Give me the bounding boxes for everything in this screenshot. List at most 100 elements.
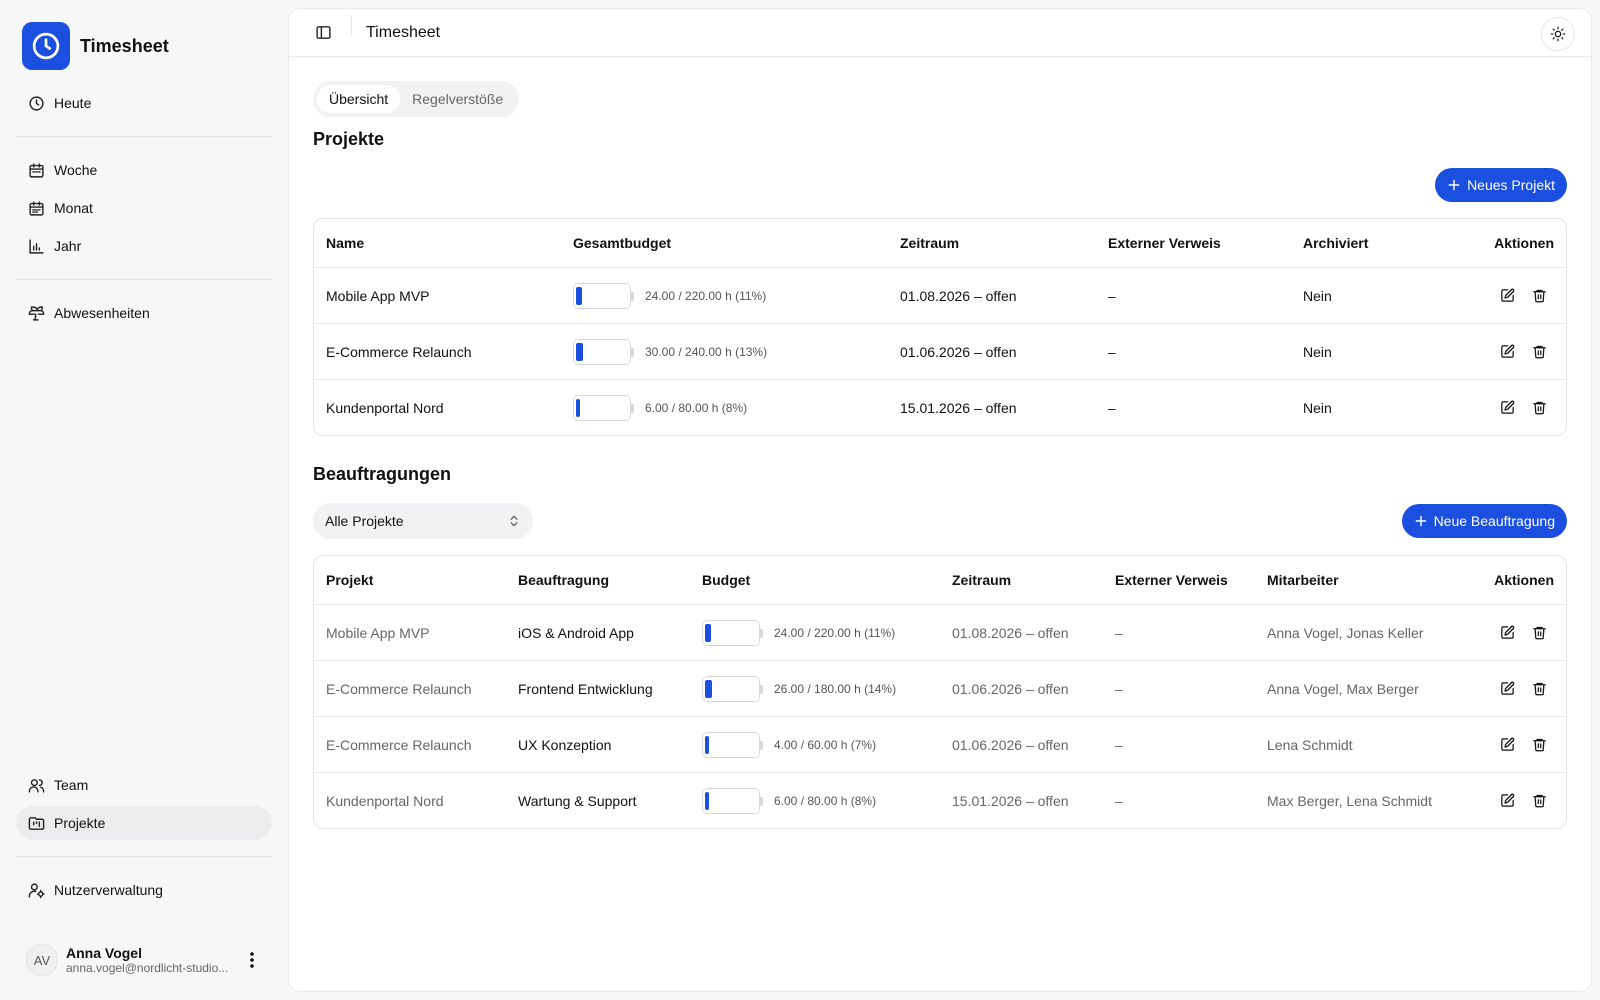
archived: Nein	[1303, 343, 1332, 360]
app-title: Timesheet	[80, 35, 169, 56]
external-ref: –	[1108, 399, 1116, 416]
new-assignment-button[interactable]: Neue Beauftragung	[1401, 504, 1567, 538]
assignments-heading: Beauftragungen	[313, 464, 452, 484]
edit-icon[interactable]	[1498, 792, 1516, 810]
brand[interactable]: Timesheet	[22, 22, 272, 70]
column-header: Externer Verweis	[1108, 235, 1221, 251]
calendar-month-icon	[29, 200, 44, 216]
table-row[interactable]: Mobile App MVP iOS & Android App 24.00 /…	[314, 604, 1566, 660]
sidebar-item-abwesenheiten[interactable]: Abwesenheiten	[16, 296, 272, 330]
tab-regelverstoesse[interactable]: Regelverstöße	[400, 85, 515, 113]
table-row[interactable]: Mobile App MVP 24.00 / 220.00 h (11%) 01…	[314, 267, 1566, 323]
trash-icon[interactable]	[1530, 343, 1548, 361]
projects-heading: Projekte	[313, 129, 385, 149]
table-row[interactable]: E-Commerce Relaunch 30.00 / 240.00 h (13…	[314, 323, 1566, 379]
budget-progress-bar	[702, 619, 763, 646]
budget-cell: 26.00 / 180.00 h (14%)	[690, 675, 940, 702]
archived: Nein	[1303, 287, 1332, 304]
budget-progress-bar	[702, 787, 763, 814]
project-name: E-Commerce Relaunch	[326, 736, 472, 753]
trash-icon[interactable]	[1530, 680, 1548, 698]
new-project-button[interactable]: Neues Projekt	[1435, 168, 1567, 202]
clock-icon	[29, 95, 44, 111]
palm-tree-icon	[28, 305, 45, 321]
budget-progress-bar	[573, 394, 634, 421]
external-ref: –	[1108, 343, 1116, 360]
column-header: Zeitraum	[900, 235, 960, 251]
sidebar-item-label: Abwesenheiten	[54, 305, 150, 321]
sidebar-item-label: Nutzerverwaltung	[54, 882, 163, 898]
content: Übersicht Regelverstöße Projekte Neues P…	[289, 57, 1591, 853]
users-icon	[28, 778, 45, 793]
edit-icon[interactable]	[1498, 624, 1516, 642]
budget-progress-bar	[573, 282, 634, 309]
plus-icon	[1415, 515, 1426, 527]
sidebar-item-jahr[interactable]: Jahr	[16, 229, 272, 263]
sidebar-item-monat[interactable]: Monat	[16, 191, 272, 225]
table-row[interactable]: E-Commerce Relaunch UX Konzeption 4.00 /…	[314, 716, 1566, 772]
sidebar-item-label: Projekte	[54, 815, 106, 831]
table-row[interactable]: E-Commerce Relaunch Frontend Entwicklung…	[314, 660, 1566, 716]
row-actions	[1455, 680, 1566, 698]
plus-icon	[1448, 179, 1460, 191]
sidebar-item-label: Monat	[54, 200, 93, 216]
project-name: Mobile App MVP	[326, 287, 430, 304]
budget-text: 26.00 / 180.00 h (14%)	[774, 681, 897, 696]
project-filter-value: Alle Projekte	[325, 513, 404, 529]
row-actions	[1455, 624, 1566, 642]
row-actions	[1431, 343, 1566, 361]
clock-logo-icon	[22, 22, 70, 70]
edit-icon[interactable]	[1498, 680, 1516, 698]
sidebar-item-projekte[interactable]: Projekte	[16, 806, 272, 840]
project-name: Kundenportal Nord	[326, 399, 444, 416]
table-row[interactable]: Kundenportal Nord Wartung & Support 6.00…	[314, 772, 1566, 828]
budget-text: 30.00 / 240.00 h (13%)	[645, 344, 768, 359]
more-vertical-icon[interactable]	[242, 948, 262, 972]
project-filter-select[interactable]: Alle Projekte	[313, 503, 533, 539]
project-name: Mobile App MVP	[326, 624, 430, 641]
trash-icon[interactable]	[1530, 399, 1548, 417]
theme-toggle-button[interactable]	[1541, 17, 1575, 51]
sidebar-item-woche[interactable]: Woche	[16, 153, 272, 187]
divider	[351, 15, 352, 35]
trash-icon[interactable]	[1530, 287, 1548, 305]
period: 01.06.2026 – offen	[952, 736, 1069, 753]
column-header: Archiviert	[1303, 235, 1369, 251]
budget-cell: 6.00 / 80.00 h (8%)	[561, 394, 888, 421]
divider	[16, 279, 272, 280]
nav-group-bottom: Team Projekte Nutzerverwaltung	[16, 768, 272, 907]
projects-actions: Neues Projekt	[313, 168, 1567, 202]
trash-icon[interactable]	[1530, 792, 1548, 810]
edit-icon[interactable]	[1498, 736, 1516, 754]
topbar: Timesheet	[289, 9, 1591, 57]
sidebar-toggle-button[interactable]	[307, 17, 339, 49]
edit-icon[interactable]	[1498, 343, 1516, 361]
user-name: Anna Vogel	[66, 945, 142, 961]
period: 01.08.2026 – offen	[900, 287, 1017, 304]
trash-icon[interactable]	[1530, 736, 1548, 754]
column-header: Aktionen	[1494, 235, 1554, 251]
table-row[interactable]: Kundenportal Nord 6.00 / 80.00 h (8%) 15…	[314, 379, 1566, 435]
budget-cell: 24.00 / 220.00 h (11%)	[561, 282, 888, 309]
assignments-actions: Alle Projekte Neue Beauftragung	[313, 503, 1567, 539]
sidebar-item-team[interactable]: Team	[16, 768, 272, 802]
nav-group-period: Woche Monat Jahr	[16, 153, 272, 263]
period: 15.01.2026 – offen	[952, 792, 1069, 809]
staff: Lena Schmidt	[1267, 736, 1353, 753]
folder-kanban-icon	[28, 816, 45, 830]
edit-icon[interactable]	[1498, 399, 1516, 417]
budget-cell: 24.00 / 220.00 h (11%)	[690, 619, 940, 646]
column-header: Projekt	[326, 572, 374, 588]
user-profile[interactable]: AV Anna Vogel anna.vogel@nordlicht-studi…	[16, 936, 272, 984]
row-actions	[1455, 736, 1566, 754]
sidebar-item-heute[interactable]: Heute	[16, 86, 272, 120]
column-header: Beauftragung	[518, 572, 609, 588]
edit-icon[interactable]	[1498, 287, 1516, 305]
period: 01.06.2026 – offen	[952, 680, 1069, 697]
trash-icon[interactable]	[1530, 624, 1548, 642]
sidebar-item-nutzerverwaltung[interactable]: Nutzerverwaltung	[16, 873, 272, 907]
avatar: AV	[26, 944, 58, 976]
staff: Max Berger, Lena Schmidt	[1267, 792, 1432, 809]
tab-uebersicht[interactable]: Übersicht	[317, 85, 401, 113]
period: 15.01.2026 – offen	[900, 399, 1017, 416]
